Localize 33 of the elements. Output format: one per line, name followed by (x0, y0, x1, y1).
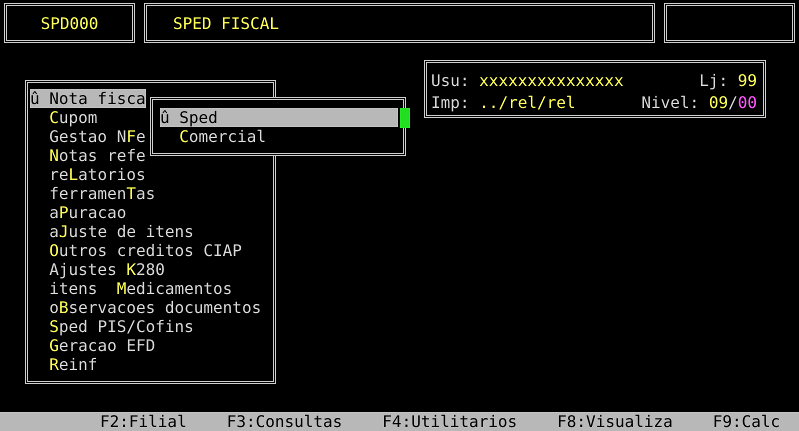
program-code: SPD000 (4, 3, 135, 43)
menu-item[interactable]: itens Medicamentos (30, 279, 232, 298)
menu-item[interactable]: Cupom (30, 108, 98, 127)
menu-item[interactable]: oBservacoes documentos (30, 298, 262, 317)
text-cursor (400, 108, 410, 128)
menu-item[interactable]: reLatorios (30, 165, 146, 184)
printer-label: Imp: (431, 93, 470, 112)
level-label: Nivel: (641, 93, 700, 112)
menu-item[interactable]: Gestao NFe (30, 127, 146, 146)
menu-item[interactable]: Sped PIS/Cofins (30, 317, 194, 336)
menu-item[interactable]: Ajustes K280 (30, 260, 165, 279)
function-key[interactable]: F8:Visualiza (557, 412, 673, 431)
menu-item[interactable]: Outros creditos CIAP (30, 241, 242, 260)
menu-item[interactable]: Notas refe (30, 146, 146, 165)
function-key[interactable]: F9:Calc (712, 412, 780, 431)
user-value: xxxxxxxxxxxxxxx (479, 71, 624, 90)
menu-item[interactable]: û Sped (160, 108, 398, 127)
screen-title: SPED FISCAL (144, 3, 655, 43)
menu-item[interactable]: aPuracao (30, 203, 126, 222)
menu-item[interactable]: Comercial (160, 127, 266, 146)
printer-value: ../rel/rel (479, 93, 576, 112)
menu-item[interactable]: aJ uste de itens (30, 222, 194, 241)
function-key[interactable]: F4:Utilitarios (382, 412, 518, 431)
menu-item[interactable]: ferramenTas (30, 184, 156, 203)
store-value: 99 (738, 71, 757, 90)
function-key[interactable]: F3:Consultas (226, 412, 342, 431)
level-value: 09/00 (708, 93, 757, 112)
menu-item[interactable]: Reinf (30, 355, 98, 374)
store-label: Lj: (699, 71, 728, 90)
function-key[interactable]: F2:Filial (100, 412, 187, 431)
menu-item[interactable]: Geracao EFD (30, 336, 156, 355)
menu-item[interactable]: û Nota fisca (30, 89, 146, 108)
user-label: Usu: (431, 71, 470, 90)
